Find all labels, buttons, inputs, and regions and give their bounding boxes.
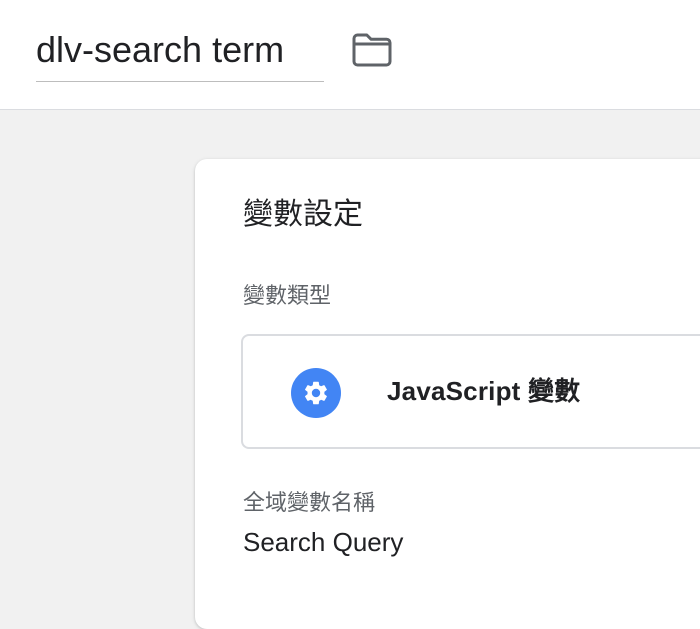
- javascript-variable-icon-badge: [291, 368, 341, 418]
- page-header: dlv-search term: [0, 0, 700, 110]
- variable-name-field[interactable]: dlv-search term: [36, 26, 324, 82]
- folder-button[interactable]: [348, 28, 396, 72]
- variable-type-value: JavaScript 變數: [387, 376, 581, 406]
- variable-type-label: 變數類型: [243, 283, 332, 308]
- variable-configuration-card: 變數設定 變數類型 JavaScript 變數 全域變數名稱 Search Qu…: [195, 159, 700, 629]
- global-variable-name-label: 全域變數名稱: [243, 490, 376, 515]
- gear-icon: [305, 381, 327, 405]
- global-variable-name-value: Search Query: [243, 527, 404, 557]
- variable-name-text: dlv-search term: [36, 29, 285, 70]
- variable-type-selector[interactable]: JavaScript 變數: [241, 334, 700, 449]
- folder-icon: [352, 33, 392, 67]
- variable-configuration-title: 變數設定: [243, 198, 363, 231]
